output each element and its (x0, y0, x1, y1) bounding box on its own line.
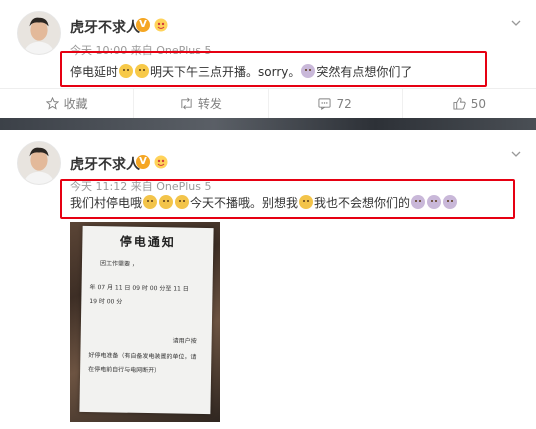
repost-button[interactable]: 转发 (133, 89, 267, 118)
comment-count: 72 (336, 96, 352, 111)
red-highlight-box (60, 51, 487, 87)
like-button[interactable]: 50 (401, 89, 536, 118)
repost-label: 转发 (197, 97, 222, 111)
notice-line: 年 07 月 11 日 09 时 00 分至 11 日 (89, 284, 189, 293)
notice-paper: 停电通知 因工作需要 ， 年 07 月 11 日 09 时 00 分至 11 日… (79, 225, 214, 415)
feed-divider (0, 118, 536, 130)
avatar[interactable] (17, 11, 61, 55)
action-bar: 收藏 转发 72 50 (0, 88, 536, 118)
favorite-button[interactable]: 收藏 (0, 89, 133, 118)
vip-badge-icon[interactable]: V (136, 155, 150, 169)
like-count: 50 (470, 96, 487, 111)
weibo-post-2: 虎牙不求人 V 今天 11:12 来自 OnePlus 5 我们村停电哦 今天不播… (0, 130, 536, 429)
medal-icon[interactable] (154, 155, 168, 169)
star-icon (45, 97, 59, 110)
red-highlight-box (60, 179, 515, 219)
comment-button[interactable]: 72 (267, 89, 402, 118)
medal-icon[interactable] (154, 18, 168, 32)
notice-line: 请用户按 (172, 337, 197, 345)
weibo-post-1: 虎牙不求人 V 今天 10:00 来自 OnePlus 5 停电延时 明天下午三点… (0, 0, 536, 118)
notice-line: 在停电前自行与电网断开） (88, 365, 161, 375)
avatar[interactable] (17, 141, 61, 185)
notice-line: 好停电准备（有自备发电装置的单位，请 (88, 351, 197, 361)
username[interactable]: 虎牙不求人 (70, 154, 140, 174)
chevron-down-icon[interactable] (510, 148, 522, 160)
thumbs-up-icon (453, 97, 466, 110)
notice-title: 停电通知 (119, 234, 176, 250)
favorite-label: 收藏 (63, 97, 88, 111)
repost-icon (181, 97, 192, 110)
notice-line: 因工作需要 ， (99, 260, 138, 268)
comment-icon (318, 98, 332, 110)
notice-line: 19 时 00 分 (89, 297, 123, 306)
vip-badge-icon[interactable]: V (136, 18, 150, 32)
chevron-down-icon[interactable] (510, 17, 522, 29)
username[interactable]: 虎牙不求人 (70, 17, 140, 37)
power-outage-notice-photo[interactable]: 停电通知 因工作需要 ， 年 07 月 11 日 09 时 00 分至 11 日… (70, 222, 220, 422)
